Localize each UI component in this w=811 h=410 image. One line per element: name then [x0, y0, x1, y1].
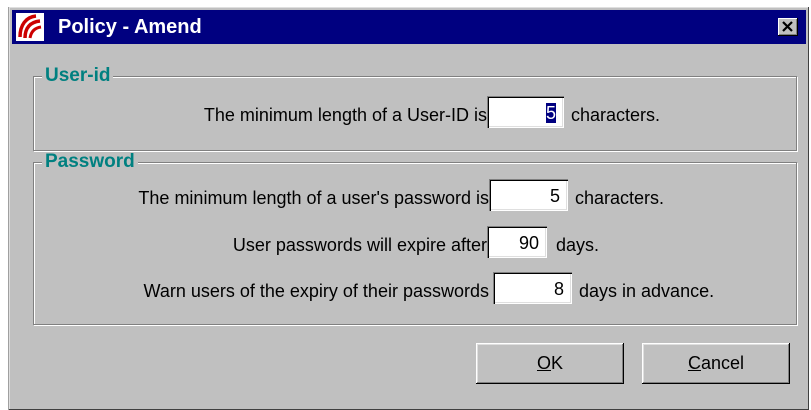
password-warn-unit: days in advance.	[579, 281, 715, 301]
password-expire-unit: days.	[556, 235, 600, 255]
password-min-length-value: 5	[549, 186, 560, 206]
password-group-legend: Password	[42, 152, 138, 172]
userid-min-length-label: The minimum length of a User-ID is	[203, 105, 487, 125]
password-min-length-label: The minimum length of a user's password …	[138, 188, 489, 208]
window-title: Policy - Amend	[58, 16, 202, 38]
password-min-length-input[interactable]: 5	[489, 179, 568, 211]
close-icon	[782, 21, 793, 32]
userid-min-length-input[interactable]: 5	[487, 96, 564, 128]
password-expire-input[interactable]: 90	[487, 226, 547, 258]
close-button[interactable]	[778, 18, 798, 36]
cancel-button-mnemonic: C	[687, 353, 701, 373]
ok-button-mnemonic: O	[536, 353, 551, 373]
cancel-button[interactable]: Cancel	[642, 343, 790, 384]
ok-button-label: K	[551, 353, 564, 373]
password-warn-label: Warn users of the expiry of their passwo…	[143, 281, 489, 301]
password-expire-value: 90	[518, 233, 539, 253]
policy-amend-dialog: Policy - Amend User-id The minimum lengt…	[8, 7, 809, 410]
password-warn-value: 8	[553, 279, 564, 299]
password-warn-input[interactable]: 8	[493, 272, 572, 304]
password-expire-label: User passwords will expire after	[232, 235, 487, 255]
password-min-length-unit: characters.	[575, 188, 665, 208]
cancel-button-label: ancel	[700, 353, 745, 373]
userid-min-length-value: 5	[545, 103, 556, 123]
ok-button[interactable]: OK	[476, 343, 624, 384]
app-logo-icon	[16, 13, 44, 41]
userid-group-legend: User-id	[42, 66, 114, 86]
title-bar[interactable]: Policy - Amend	[12, 10, 806, 44]
userid-min-length-unit: characters.	[571, 105, 661, 125]
